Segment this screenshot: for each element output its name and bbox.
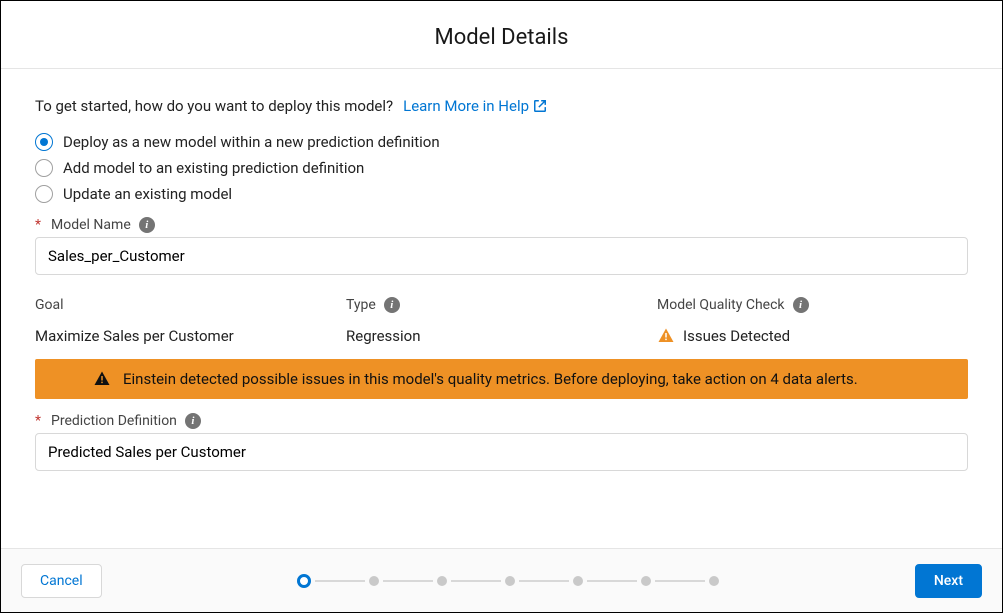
deploy-option-update-label: Update an existing model: [63, 185, 232, 203]
step-dot-6[interactable]: [641, 576, 651, 586]
quality-alert-bar: Einstein detected possible issues in thi…: [35, 359, 968, 399]
required-indicator: *: [35, 413, 41, 429]
page-header: Model Details: [1, 1, 1002, 69]
info-icon[interactable]: i: [793, 297, 809, 313]
deploy-option-add[interactable]: Add model to an existing prediction defi…: [35, 159, 968, 177]
required-indicator: *: [35, 217, 41, 233]
deploy-option-new-label: Deploy as a new model within a new predi…: [63, 133, 440, 151]
prediction-definition-label-row: * Prediction Definition i: [35, 413, 968, 429]
step-connector: [315, 580, 365, 582]
model-name-input[interactable]: [35, 237, 968, 275]
external-link-icon: [533, 99, 547, 113]
prediction-definition-label: Prediction Definition: [51, 413, 177, 429]
learn-more-label: Learn More in Help: [403, 97, 529, 115]
radio-icon: [35, 159, 53, 177]
info-icon[interactable]: i: [139, 217, 155, 233]
radio-icon: [35, 133, 53, 151]
quality-value: Issues Detected: [657, 327, 968, 345]
step-connector: [383, 580, 433, 582]
step-dot-7[interactable]: [709, 576, 719, 586]
step-dot-4[interactable]: [505, 576, 515, 586]
wizard-footer: Cancel Next: [1, 548, 1002, 612]
quality-label: Model Quality Checki: [657, 297, 968, 313]
deploy-option-new[interactable]: Deploy as a new model within a new predi…: [35, 133, 968, 151]
deploy-radio-group: Deploy as a new model within a new predi…: [35, 133, 968, 203]
progress-stepper: [297, 574, 719, 588]
cancel-button[interactable]: Cancel: [21, 564, 102, 598]
prediction-definition-input[interactable]: [35, 433, 968, 471]
step-dot-5[interactable]: [573, 576, 583, 586]
info-icon[interactable]: i: [384, 297, 400, 313]
step-connector: [655, 580, 705, 582]
type-value: Regression: [346, 327, 657, 345]
step-dot-2[interactable]: [369, 576, 379, 586]
model-name-label-row: * Model Name i: [35, 217, 968, 233]
form-body: To get started, how do you want to deplo…: [1, 69, 1002, 483]
goal-value: Maximize Sales per Customer: [35, 327, 346, 345]
alert-message: Einstein detected possible issues in thi…: [123, 370, 858, 388]
step-connector: [519, 580, 569, 582]
step-connector: [451, 580, 501, 582]
deploy-option-add-label: Add model to an existing prediction defi…: [63, 159, 364, 177]
learn-more-link[interactable]: Learn More in Help: [403, 97, 547, 115]
warning-icon: [93, 370, 111, 388]
deploy-prompt-text: To get started, how do you want to deplo…: [35, 97, 393, 115]
step-connector: [587, 580, 637, 582]
step-dot-1[interactable]: [297, 574, 311, 588]
info-icon[interactable]: i: [185, 413, 201, 429]
type-label: Typei: [346, 297, 657, 313]
page-title: Model Details: [1, 25, 1002, 50]
step-dot-3[interactable]: [437, 576, 447, 586]
deploy-option-update[interactable]: Update an existing model: [35, 185, 968, 203]
model-name-label: Model Name: [51, 217, 131, 233]
radio-icon: [35, 185, 53, 203]
goal-label: Goal: [35, 297, 346, 313]
warning-icon: [657, 327, 675, 345]
deploy-prompt-row: To get started, how do you want to deplo…: [35, 97, 968, 115]
quality-value-text: Issues Detected: [683, 327, 790, 345]
next-button[interactable]: Next: [915, 564, 982, 598]
meta-labels-row: Goal Maximize Sales per Customer Typei R…: [35, 297, 968, 345]
